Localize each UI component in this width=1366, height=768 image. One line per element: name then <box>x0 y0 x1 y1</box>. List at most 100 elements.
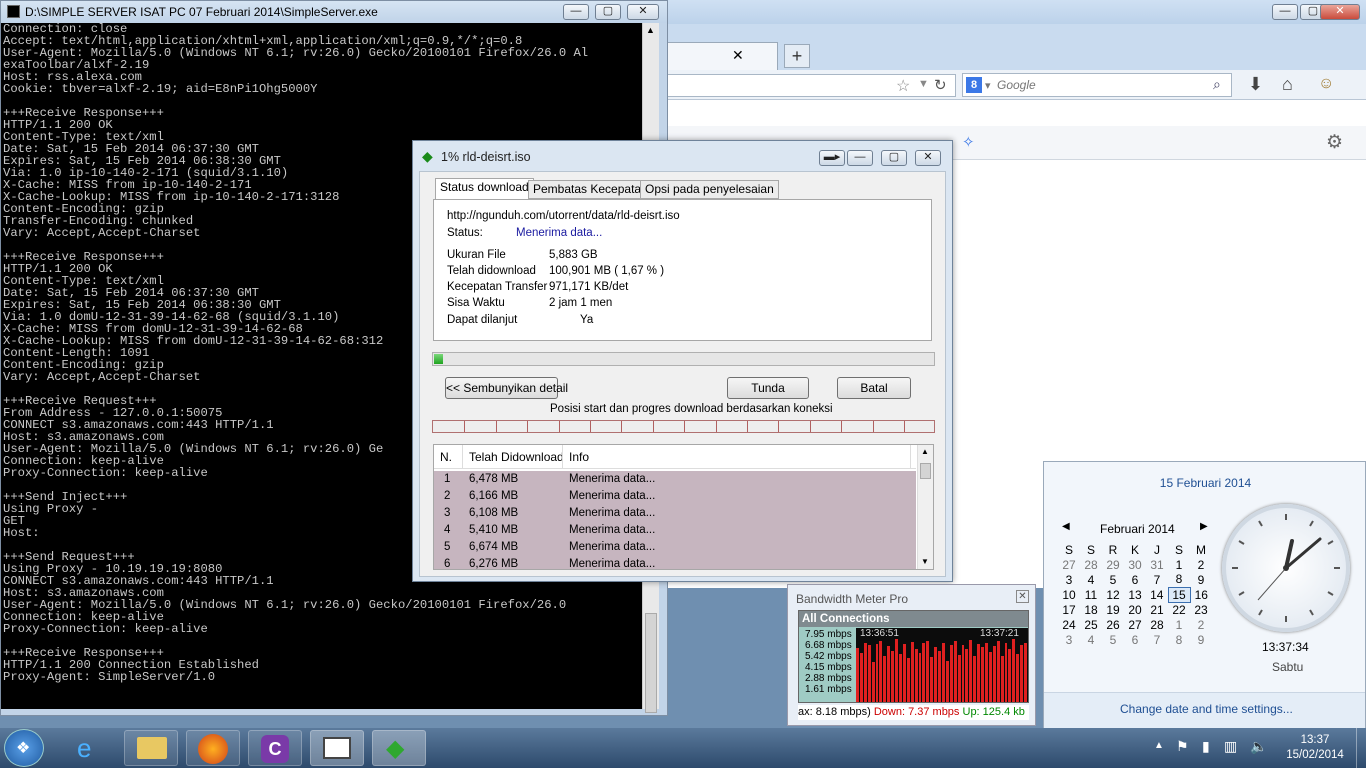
start-button[interactable]: ❖ <box>4 729 44 767</box>
calendar-day[interactable]: 12 <box>1102 587 1124 602</box>
calendar-day[interactable]: 30 <box>1124 557 1146 572</box>
calendar-day[interactable]: 18 <box>1080 602 1102 617</box>
table-row[interactable]: 1 6,478 MB Menerima data... <box>434 471 916 488</box>
sparkle-icon[interactable]: ✧ <box>962 133 975 151</box>
home-icon[interactable]: ⌂ <box>1282 74 1293 95</box>
calendar-day[interactable]: 17 <box>1058 602 1080 617</box>
calendar-day[interactable]: 3 <box>1058 632 1080 647</box>
show-desktop-button[interactable] <box>1356 728 1366 768</box>
calendar-day[interactable]: 28 <box>1146 617 1168 632</box>
calendar-day[interactable]: 19 <box>1102 602 1124 617</box>
google-icon[interactable]: 8 <box>966 77 982 93</box>
maximize-button[interactable]: ▢ <box>595 4 621 20</box>
calendar-day[interactable]: 26 <box>1102 617 1124 632</box>
calendar-day[interactable]: 3 <box>1058 572 1080 587</box>
calendar-day[interactable]: 1 <box>1168 617 1190 632</box>
volume-icon[interactable]: 🔈 <box>1250 738 1267 755</box>
minimize-button[interactable]: — <box>563 4 589 20</box>
pause-button[interactable]: Tunda <box>727 377 809 399</box>
calendar-day[interactable]: 7 <box>1146 632 1168 647</box>
show-hidden-icons[interactable]: ▲ <box>1154 740 1164 751</box>
close-button[interactable]: ✕ <box>627 4 659 20</box>
calendar-day[interactable]: 6 <box>1124 572 1146 587</box>
table-row[interactable]: 2 6,166 MB Menerima data... <box>434 488 916 505</box>
cancel-button[interactable]: Batal <box>837 377 911 399</box>
calendar-day[interactable]: 9 <box>1190 572 1212 587</box>
scroll-thumb[interactable] <box>920 463 931 479</box>
calendar-day[interactable]: 11 <box>1080 587 1102 602</box>
scroll-up-icon[interactable]: ▲ <box>921 447 929 456</box>
calendar-day[interactable]: 27 <box>1124 617 1146 632</box>
scrollbar[interactable]: ▲ ▼ <box>917 445 933 569</box>
calendar-day[interactable]: 8 <box>1168 632 1190 647</box>
calendar-day[interactable]: 27 <box>1058 557 1080 572</box>
internet-explorer-icon[interactable]: e <box>62 730 116 766</box>
calendar-day[interactable]: 2 <box>1190 617 1212 632</box>
search-box[interactable]: 8 ▾ Google ⌕ <box>962 73 1232 97</box>
calendar-day[interactable]: 31 <box>1146 557 1168 572</box>
dropdown-icon[interactable]: ▾ <box>985 79 991 92</box>
calendar-day[interactable]: 2 <box>1190 557 1212 572</box>
calendar-day[interactable]: 15 <box>1167 586 1191 603</box>
close-tab-icon[interactable]: ✕ <box>732 47 744 64</box>
close-icon[interactable]: ✕ <box>1016 590 1029 603</box>
column-header[interactable]: Telah Didownload <box>469 450 564 464</box>
console-taskbar-icon[interactable] <box>310 730 364 766</box>
search-icon[interactable]: ⌕ <box>1213 76 1221 93</box>
next-month-icon[interactable]: ▶ <box>1200 521 1208 532</box>
reload-icon[interactable]: ↻ <box>934 76 947 94</box>
maximize-button[interactable]: ▢ <box>881 150 907 166</box>
scroll-thumb[interactable] <box>645 613 657 713</box>
calendar-day[interactable]: 5 <box>1102 632 1124 647</box>
url-bar[interactable]: ☆ ▼ ↻ <box>668 74 956 97</box>
send-to-tray-button[interactable]: ▬▸ <box>819 150 845 166</box>
flag-icon[interactable]: ⚑ <box>1176 738 1189 755</box>
date-time-settings-link[interactable]: Change date and time settings... <box>1120 702 1293 716</box>
calendar-day[interactable]: 20 <box>1124 602 1146 617</box>
calendar-day[interactable]: 25 <box>1080 617 1102 632</box>
calendar-day[interactable]: 10 <box>1058 587 1080 602</box>
close-button[interactable]: ✕ <box>1320 4 1360 20</box>
calendar-day[interactable]: 23 <box>1190 602 1212 617</box>
calendar-day[interactable]: 8 <box>1168 572 1190 587</box>
browser-tab[interactable]: ✕ <box>668 42 778 70</box>
calendar-day[interactable]: 13 <box>1124 587 1146 602</box>
hide-details-button[interactable]: << Sembunyikan detail <box>445 377 568 399</box>
scroll-up-icon[interactable]: ▲ <box>646 25 655 35</box>
download-icon[interactable]: ⬇ <box>1248 74 1263 95</box>
calendar-day[interactable]: 4 <box>1080 632 1102 647</box>
close-button[interactable]: ✕ <box>915 150 941 166</box>
table-row[interactable]: 6 6,276 MB Menerima data... <box>434 556 916 569</box>
network-icon[interactable]: ▥ <box>1224 738 1237 755</box>
dropdown-icon[interactable]: ▼ <box>918 78 929 90</box>
tab-completion-options[interactable]: Opsi pada penyelesaian <box>640 180 779 199</box>
full-date[interactable]: 15 Februari 2014 <box>1044 476 1366 490</box>
calendar-day[interactable]: 22 <box>1168 602 1190 617</box>
calendar-day[interactable]: 7 <box>1146 572 1168 587</box>
calendar-day[interactable]: 21 <box>1146 602 1168 617</box>
calendar-day[interactable]: 24 <box>1058 617 1080 632</box>
month-label[interactable]: Februari 2014 <box>1100 522 1175 536</box>
calendar-day[interactable]: 28 <box>1080 557 1102 572</box>
idm-taskbar-icon[interactable]: ◆ <box>372 730 426 766</box>
column-header[interactable]: N. <box>440 450 452 464</box>
calendar-day[interactable]: 6 <box>1124 632 1146 647</box>
table-row[interactable]: 5 6,674 MB Menerima data... <box>434 539 916 556</box>
table-row[interactable]: 4 5,410 MB Menerima data... <box>434 522 916 539</box>
minimize-button[interactable]: — <box>1272 4 1298 20</box>
calendar-day[interactable]: 9 <box>1190 632 1212 647</box>
addon-icon[interactable]: ☺ <box>1318 75 1334 93</box>
app-icon[interactable]: C <box>248 730 302 766</box>
calendar-day[interactable]: 1 <box>1168 557 1190 572</box>
battery-icon[interactable]: ▮ <box>1202 738 1210 755</box>
calendar-day[interactable]: 14 <box>1146 587 1168 602</box>
new-tab-button[interactable]: + <box>784 44 810 68</box>
table-row[interactable]: 3 6,108 MB Menerima data... <box>434 505 916 522</box>
tab-status-download[interactable]: Status download <box>435 178 534 200</box>
tray-clock[interactable]: 13:37 15/02/2014 <box>1280 733 1350 763</box>
calendar-day[interactable]: 29 <box>1102 557 1124 572</box>
explorer-icon[interactable] <box>124 730 178 766</box>
tab-speed-limiter[interactable]: Pembatas Kecepatan <box>528 180 653 199</box>
prev-month-icon[interactable]: ◀ <box>1062 521 1070 532</box>
column-header[interactable]: Info <box>569 450 589 464</box>
